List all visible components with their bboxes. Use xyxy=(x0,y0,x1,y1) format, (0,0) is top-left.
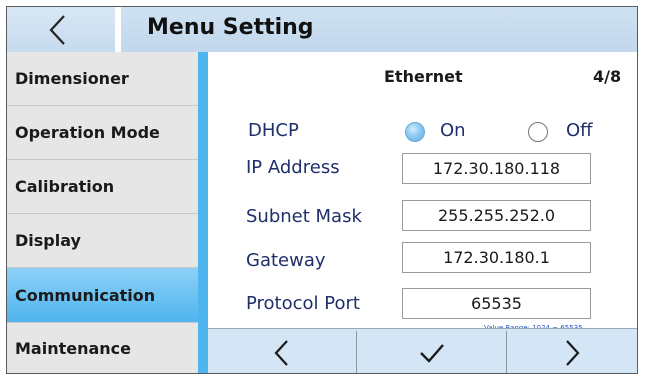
subnet-mask-field[interactable]: 255.255.252.0 xyxy=(402,200,591,231)
sidebar-item-calibration[interactable]: Calibration xyxy=(7,160,198,214)
sidebar-item-maintenance[interactable]: Maintenance xyxy=(7,323,198,373)
chevron-left-icon xyxy=(49,15,65,45)
subnet-mask-label: Subnet Mask xyxy=(246,206,362,227)
active-accent-bar xyxy=(198,52,208,373)
header-bar: Menu Setting xyxy=(7,7,637,52)
dhcp-on-label[interactable]: On xyxy=(440,120,466,141)
ip-address-label: IP Address xyxy=(246,157,340,178)
sidebar-item-communication[interactable]: Communication xyxy=(7,268,198,323)
dhcp-on-radio[interactable] xyxy=(405,122,425,142)
sidebar-item-operation-mode[interactable]: Operation Mode xyxy=(7,106,198,160)
previous-button[interactable] xyxy=(208,329,356,373)
protocol-port-field[interactable]: 65535 xyxy=(402,288,591,319)
next-button[interactable] xyxy=(507,329,637,373)
chevron-left-icon xyxy=(274,339,288,366)
protocol-port-label: Protocol Port xyxy=(246,293,360,314)
chevron-right-icon xyxy=(566,339,580,366)
sidebar: Dimensioner Operation Mode Calibration D… xyxy=(7,52,198,373)
page-indicator: 4/8 xyxy=(593,67,622,86)
gateway-label: Gateway xyxy=(246,250,326,271)
section-title: Ethernet xyxy=(384,67,463,86)
checkmark-icon xyxy=(419,343,444,363)
page-title: Menu Setting xyxy=(147,15,314,40)
footer-nav xyxy=(208,328,637,373)
app-window: Menu Setting Dimensioner Operation Mode … xyxy=(6,6,638,374)
gateway-field[interactable]: 172.30.180.1 xyxy=(402,242,591,273)
ip-address-field[interactable]: 172.30.180.118 xyxy=(402,153,591,184)
dhcp-off-radio[interactable] xyxy=(528,122,548,142)
dhcp-label: DHCP xyxy=(248,120,299,141)
confirm-button[interactable] xyxy=(357,329,506,373)
back-button[interactable] xyxy=(7,7,121,52)
dhcp-off-label[interactable]: Off xyxy=(566,120,593,141)
settings-panel: Ethernet 4/8 DHCP On Off IP Address 172.… xyxy=(208,52,637,332)
sidebar-item-display[interactable]: Display xyxy=(7,214,198,268)
sidebar-item-dimensioner[interactable]: Dimensioner xyxy=(7,52,198,106)
